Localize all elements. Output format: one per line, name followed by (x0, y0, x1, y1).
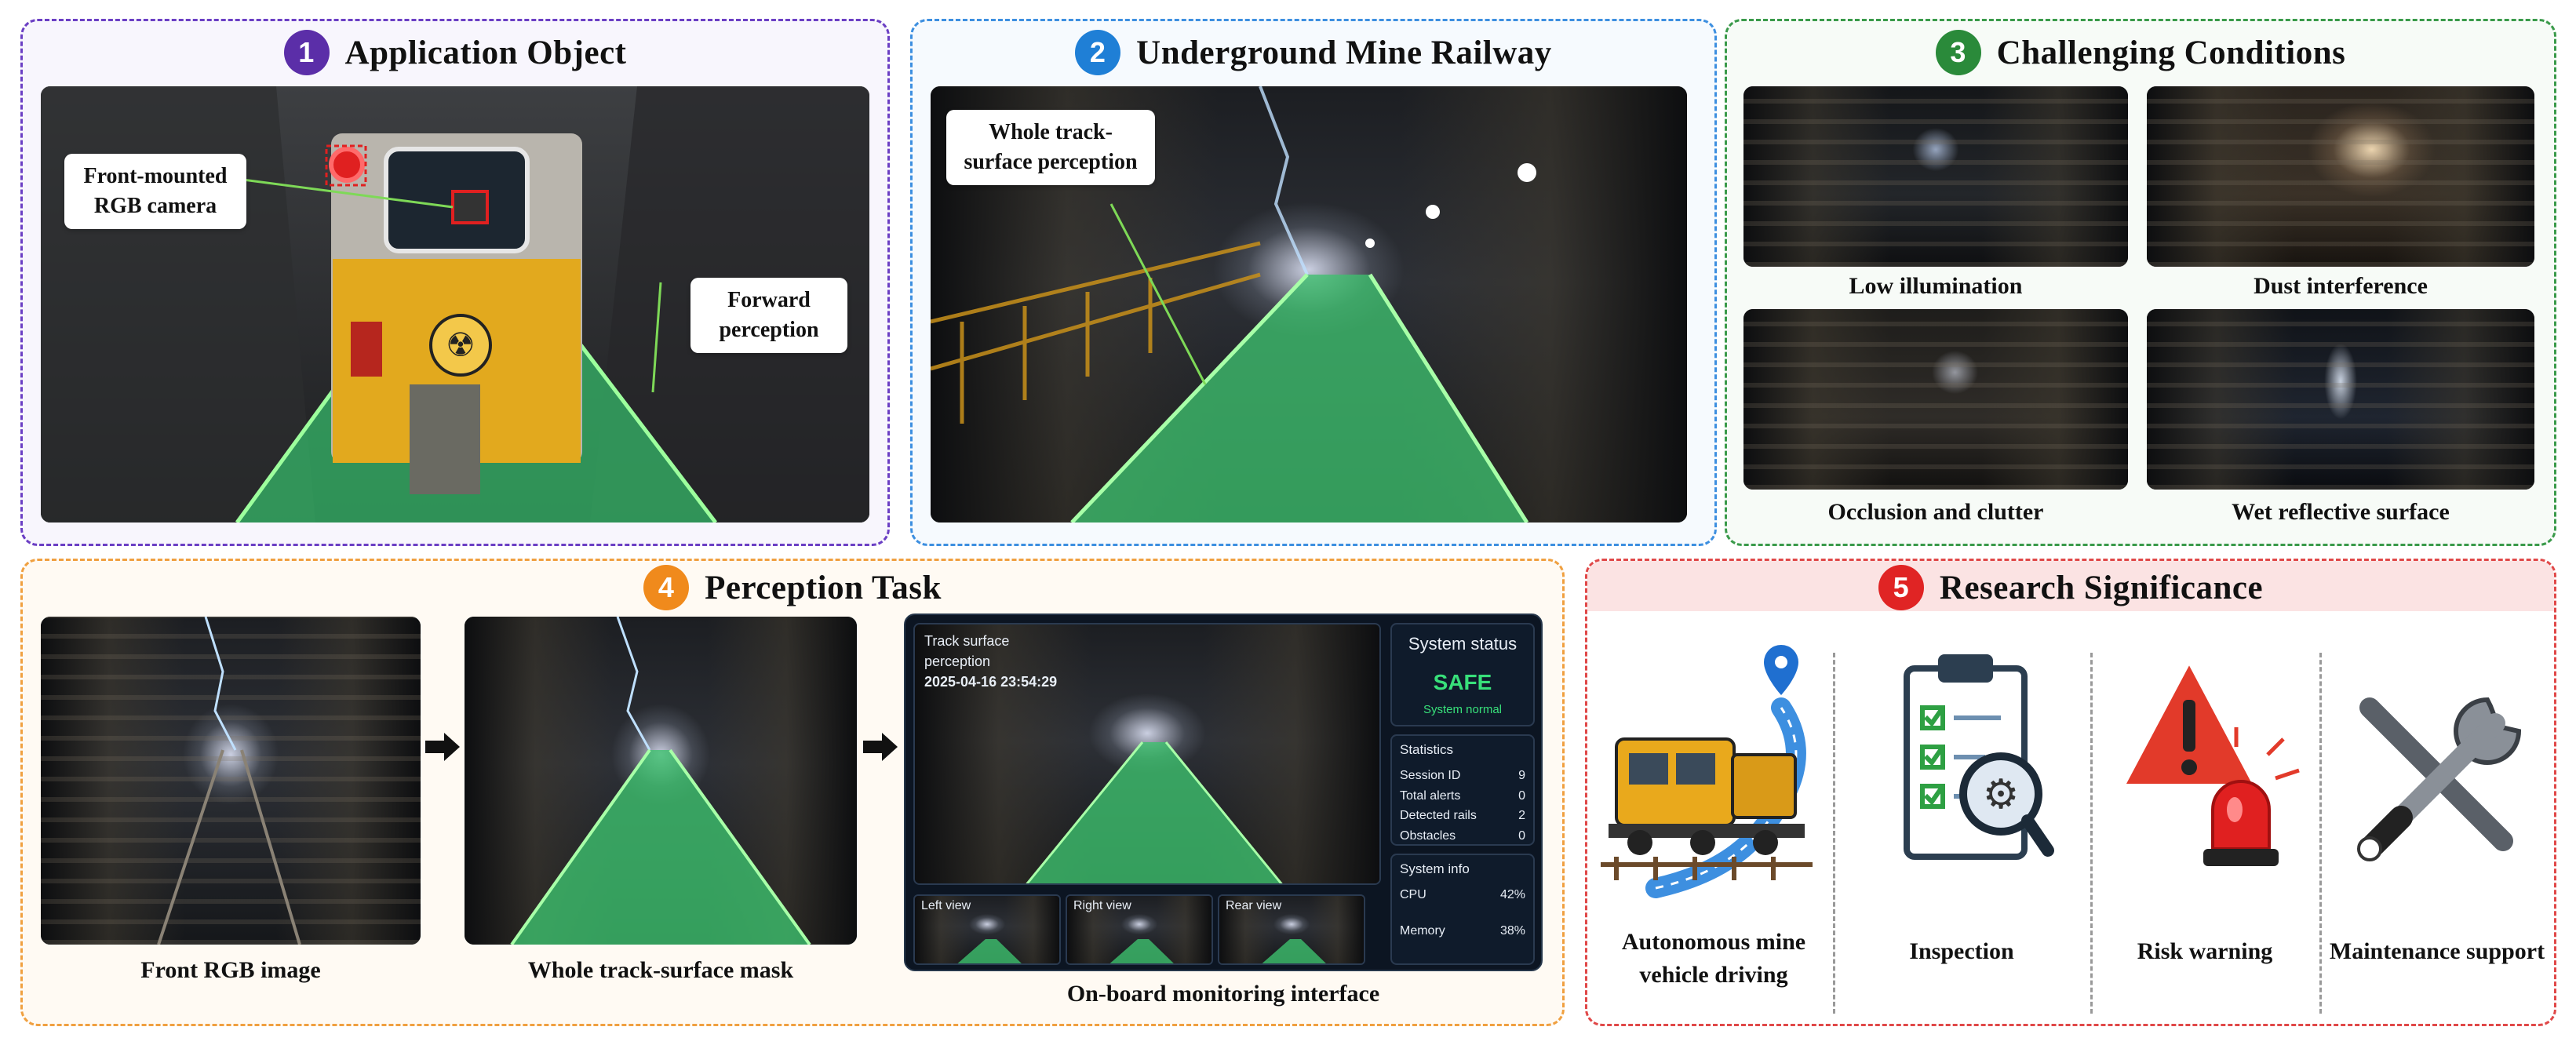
panel-2-title: 2 Underground Mine Railway (910, 30, 1717, 75)
arrow-right-icon (863, 733, 898, 761)
ui-stat-row: Obstacles 0 (1400, 826, 1525, 847)
panel-4-title-text: Perception Task (705, 569, 942, 606)
ui-main-title-2: perception (924, 654, 991, 670)
ui-system-info-card: System info CPU 42% Memory 38% (1390, 854, 1535, 965)
risk-warning-icon (2119, 655, 2300, 866)
ui-system-status-card: System status SAFE System normal (1390, 623, 1535, 726)
condition-label-wet-reflective: Wet reflective surface (2232, 499, 2450, 525)
ui-rear-view: Rear view (1218, 894, 1365, 965)
caption-track-surface-mask: Whole track-surface mask (527, 957, 794, 983)
track-surface-mask-image (465, 617, 857, 945)
ui-stat-row: Session ID 9 (1400, 766, 1525, 786)
ui-statistics-card: Statistics Session ID 9 Total alerts 0 Det… (1390, 734, 1535, 846)
autonomous-train-icon (1601, 645, 1813, 898)
svg-text:☢: ☢ (446, 328, 475, 364)
ui-status-note: System normal (1423, 703, 1503, 716)
ui-left-view-label: Left view (921, 899, 971, 912)
wet-reflective-surface-photo (2147, 309, 2534, 490)
maintenance-tools-icon (2357, 697, 2522, 861)
ui-status-heading: System status (1408, 634, 1518, 654)
low-illumination-photo (1743, 86, 2128, 267)
panel-5-title: 5 Research Significance (1585, 565, 2556, 610)
occlusion-clutter-photo (1743, 309, 2128, 490)
panel-1-title-text: Application Object (344, 34, 627, 71)
ui-timestamp: 2025-04-16 23:54:29 (924, 674, 1058, 690)
divider (1833, 653, 1835, 1014)
significance-risk-warning: Risk warning (2137, 938, 2273, 964)
panel-2-number-badge: 2 (1075, 30, 1121, 75)
panel-4-title: 4 Perception Task (20, 565, 1565, 610)
ui-stat-label: Obstacles (1400, 828, 1456, 843)
ui-right-view-label: Right view (1073, 899, 1131, 912)
red-warning-light (329, 147, 365, 183)
track-surface-mask (1072, 275, 1527, 522)
onboard-monitoring-interface: Track surface perception 2025-04-16 23:5… (904, 614, 1543, 971)
ui-main-view: Track surface perception 2025-04-16 23:5… (913, 623, 1381, 885)
dust-interference-photo (2147, 86, 2534, 267)
front-camera-marker (451, 190, 489, 224)
ui-left-view: Left view (913, 894, 1061, 965)
svg-text:⚙: ⚙ (1983, 773, 2020, 817)
condition-label-occlusion-clutter: Occlusion and clutter (1827, 499, 2044, 525)
panel-2-title-text: Underground Mine Railway (1136, 34, 1552, 71)
ui-right-view: Right view (1066, 894, 1213, 965)
inspection-clipboard-icon: ⚙ (1904, 654, 2054, 860)
ui-stat-label: Detected rails (1400, 809, 1477, 823)
ui-memory-label: Memory (1400, 924, 1445, 938)
divider (2090, 653, 2093, 1014)
significance-autonomous-driving: Autonomous mine vehicle driving (1621, 929, 1806, 988)
ui-status-value: SAFE (1433, 670, 1492, 694)
condition-label-dust-interference: Dust interference (2254, 273, 2428, 299)
track-surface-perception-label: Whole track-surface perception (946, 110, 1155, 185)
front-camera-label: Front-mounted RGB camera (64, 154, 246, 229)
ui-stat-label: Total alerts (1400, 788, 1461, 803)
ui-stats-heading: Statistics (1400, 742, 1454, 757)
forward-perception-label: Forward perception (690, 278, 847, 353)
ui-memory-value: 38% (1499, 924, 1525, 938)
panel-4-number-badge: 4 (643, 565, 690, 610)
panel-3-number-badge: 3 (1935, 30, 1981, 75)
panel-5-title-text: Research Significance (1939, 569, 2264, 606)
ui-info-heading: System info (1400, 861, 1470, 876)
panel-1-number-badge: 1 (283, 30, 330, 75)
ui-stat-label: Session ID (1400, 769, 1461, 782)
ui-rear-view-label: Rear view (1226, 899, 1282, 912)
front-rgb-image (41, 617, 421, 945)
panel-3-title-text: Challenging Conditions (1996, 34, 2346, 71)
ui-stat-value: 2 (1518, 809, 1525, 823)
ui-stat-value: 0 (1518, 828, 1525, 843)
caption-monitoring-interface: On-board monitoring interface (1066, 981, 1380, 1007)
ui-stat-value: 0 (1518, 788, 1525, 803)
panel-1-title: 1 Application Object (20, 30, 890, 75)
ui-main-title: Track surface (924, 633, 1010, 649)
panel-3-title: 3 Challenging Conditions (1725, 30, 2556, 75)
ui-stat-row: Total alerts 0 (1400, 786, 1525, 807)
ui-stat-value: 9 (1518, 769, 1525, 782)
significance-maintenance-support: Maintenance support (2329, 938, 2545, 964)
ui-stat-row: Detected rails 2 (1400, 806, 1525, 826)
caption-front-rgb-image: Front RGB image (140, 957, 321, 983)
condition-label-low-illumination: Low illumination (1849, 273, 2023, 299)
arrow-right-icon (425, 733, 460, 761)
ui-cpu-value: 42% (1499, 888, 1525, 901)
significance-inspection: Inspection (1909, 938, 2014, 964)
ui-cpu-label: CPU (1400, 888, 1426, 901)
panel-5-number-badge: 5 (1878, 565, 1924, 610)
